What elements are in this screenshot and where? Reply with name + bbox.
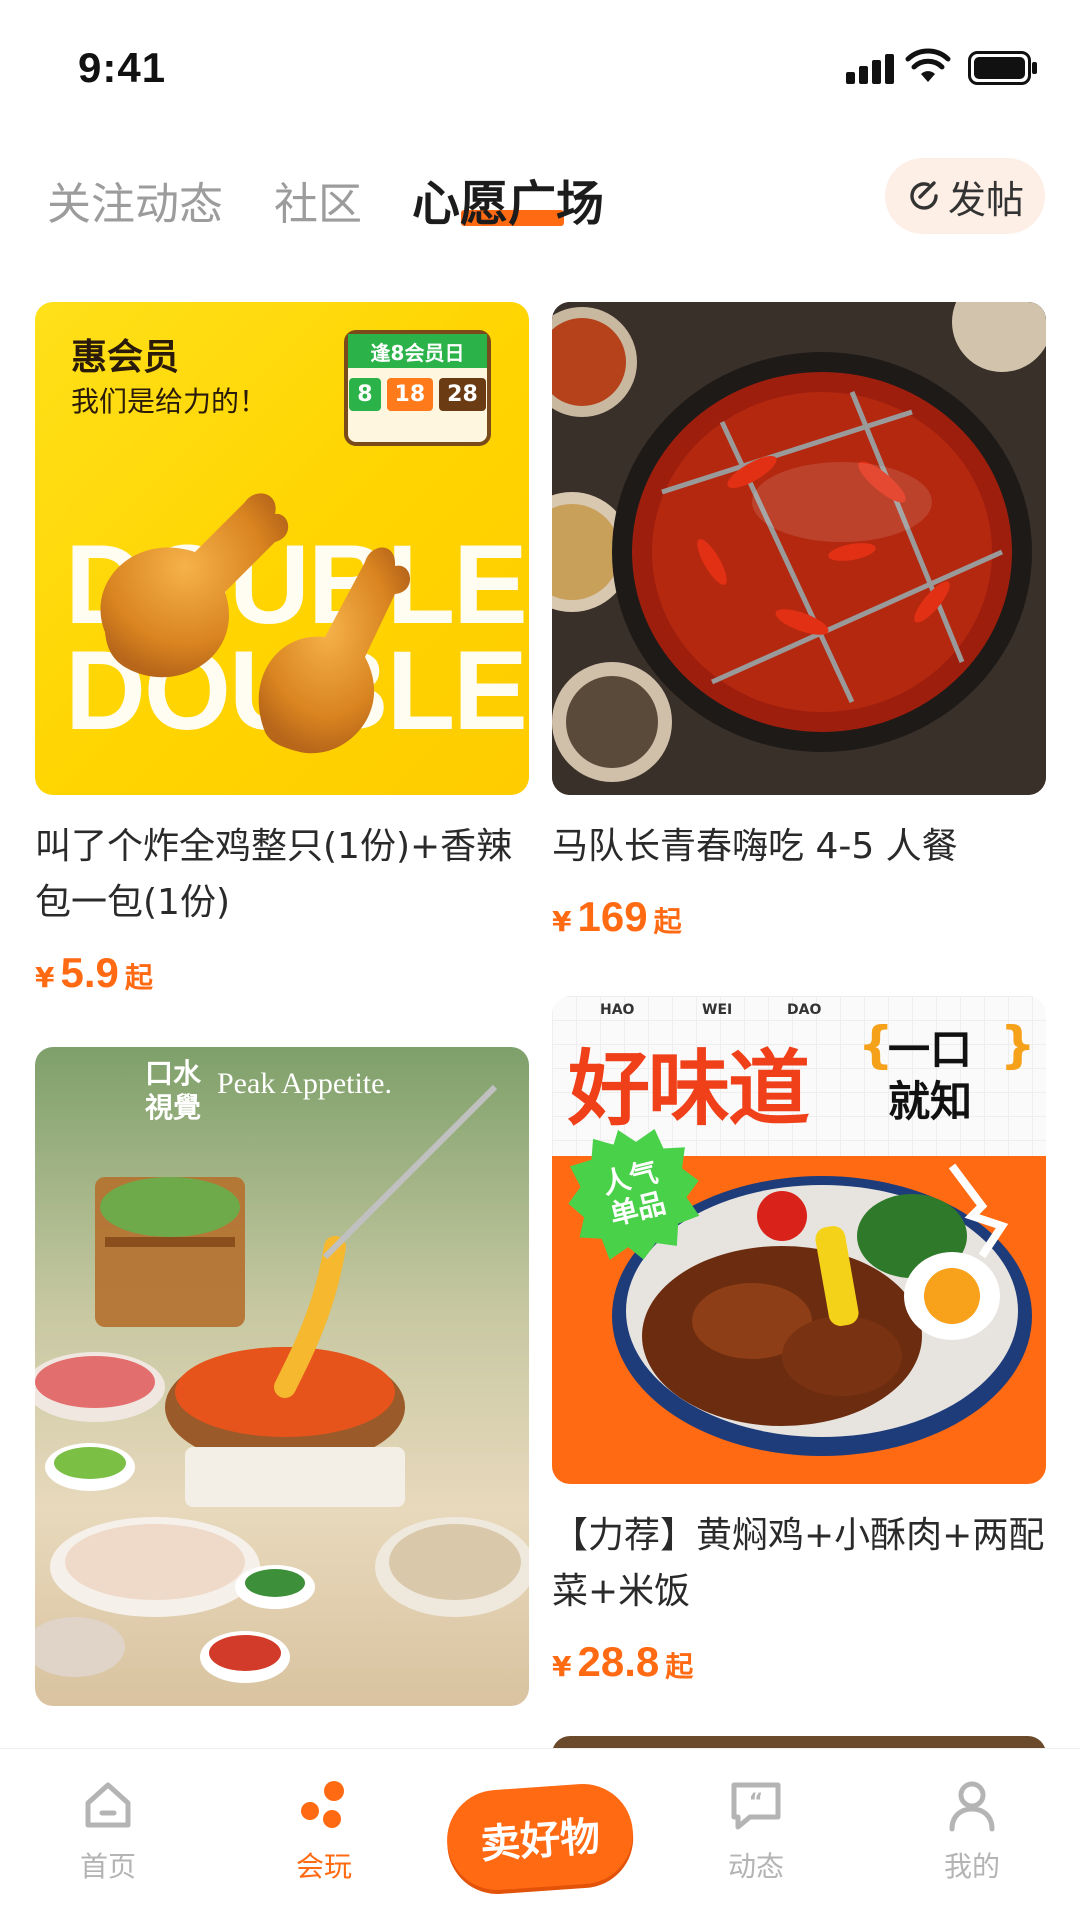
nav-label: 动态	[727, 1850, 784, 1883]
card-price: ¥ 28.8 起	[552, 1638, 694, 1685]
dots-icon	[301, 1781, 344, 1828]
card-price: ¥ 5.9 起	[35, 949, 153, 996]
nav-label: 我的	[943, 1850, 1000, 1883]
wifi-icon	[905, 48, 951, 82]
sell-button[interactable]: 卖好物	[443, 1780, 637, 1894]
brand-logo-text: 口水視覺	[145, 1057, 202, 1124]
status-time: 9:41	[78, 44, 167, 91]
feed-card[interactable]: 口水視覺 Peak Appetite.	[35, 1047, 529, 1706]
promo-heading: 惠会员	[71, 337, 180, 378]
feed-card[interactable]: 惠会员 我们是给力的！ 逢8会员日 8 18 28 DOUBLE DOUBLE	[35, 302, 529, 997]
card-title: 马队长青春嗨吃 4-5 人餐	[552, 826, 958, 867]
tab-community[interactable]: 社区	[274, 168, 362, 232]
calendar-badge: 逢8会员日 8 18 28	[344, 330, 491, 446]
promo-heading: 好味道	[568, 1042, 810, 1137]
calendar-date: 18	[386, 378, 434, 411]
card-title: 叫了个炸全鸡整只(1份)+香辣包一包(1份)	[35, 826, 513, 923]
battery-icon	[968, 51, 1037, 85]
nav-label: 首页	[79, 1850, 136, 1883]
pinyin-label: DAO	[787, 1002, 822, 1018]
nav-label: 会玩	[295, 1850, 352, 1883]
promo-bracket-text: 一口 就知	[888, 1025, 973, 1126]
card-title: 【力荐】黄焖鸡+小酥肉+两配菜+米饭	[552, 1515, 1045, 1612]
hotpot-table-illustration	[35, 1084, 529, 1683]
user-icon	[949, 1781, 995, 1832]
calendar-badge-title: 逢8会员日	[348, 334, 487, 368]
nav-item-profile[interactable]: 我的	[912, 1777, 1032, 1885]
card-image	[552, 302, 1046, 795]
status-bar: 9:41	[0, 0, 1080, 140]
signal-icon	[846, 52, 896, 84]
hotpot-illustration	[552, 302, 1046, 795]
tab-following[interactable]: 关注动态	[47, 168, 223, 232]
tab-wish-square[interactable]: 心愿广场	[412, 164, 604, 234]
bottom-nav-bar: 首页 会玩 卖好物 “ 动态 我的	[0, 1748, 1080, 1920]
bracket-right: }	[1000, 1016, 1036, 1074]
pinyin-label: HAO	[600, 1002, 635, 1018]
brand-name: Peak Appetite.	[217, 1067, 392, 1100]
calendar-date: 8	[349, 378, 381, 411]
pinyin-label: WEI	[702, 1002, 733, 1018]
feed-card[interactable]: HAO WEI DAO 好味道 { 一口 就知 } 人气 单品 【力荐】黄焖鸡+…	[552, 996, 1046, 1686]
promo-subheading: 我们是给力的！	[71, 385, 268, 418]
home-icon	[85, 1782, 131, 1828]
card-image: 惠会员 我们是给力的！ 逢8会员日 8 18 28 DOUBLE DOUBLE	[35, 302, 529, 795]
nav-item-home[interactable]: 首页	[48, 1777, 168, 1885]
svg-text:“: “	[749, 1790, 763, 1815]
fried-chicken-illustration	[100, 493, 411, 754]
feed-card[interactable]: 马队长青春嗨吃 4-5 人餐 ¥ 169 起	[552, 302, 1046, 941]
top-tab-bar: 关注动态 社区 心愿广场 发帖	[0, 150, 1080, 250]
calendar-date: 28	[439, 378, 486, 411]
post-button-label: 发帖	[947, 177, 1024, 222]
card-image: 口水視覺 Peak Appetite.	[35, 1047, 529, 1706]
card-image: HAO WEI DAO 好味道 { 一口 就知 } 人气 单品	[552, 996, 1046, 1484]
post-button[interactable]: 发帖	[885, 158, 1045, 234]
nav-item-feed[interactable]: “ 动态	[696, 1777, 816, 1885]
chat-quote-icon: “	[731, 1782, 781, 1830]
nav-item-play[interactable]: 会玩	[264, 1777, 384, 1885]
edit-icon	[910, 181, 938, 210]
card-price: ¥ 169 起	[552, 893, 682, 940]
